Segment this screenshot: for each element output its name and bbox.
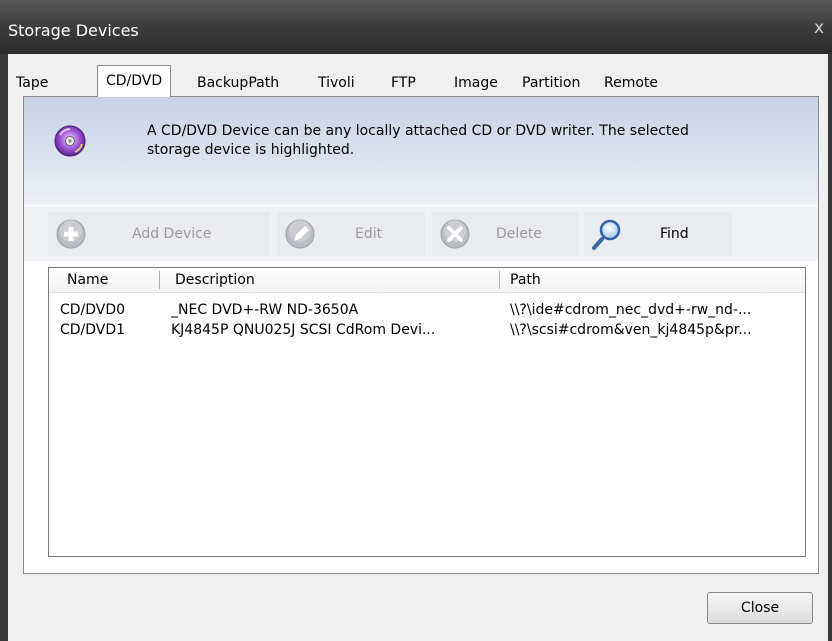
find-label: Find <box>660 226 689 242</box>
tab-ftp[interactable]: FTP <box>391 75 416 91</box>
cell-description: KJ4845P QNU025J SCSI CdRom Devi... <box>171 322 436 338</box>
cell-name: CD/DVD1 <box>60 322 126 338</box>
tab-remote[interactable]: Remote <box>604 75 658 91</box>
banner-line-1: A CD/DVD Device can be any locally attac… <box>147 123 689 139</box>
cell-path: \\?\scsi#cdrom&ven_kj4845p&pr... <box>510 322 752 338</box>
edit-button[interactable]: Edit <box>277 212 425 256</box>
tab-cd-dvd[interactable]: CD/DVD <box>97 65 172 97</box>
add-device-label: Add Device <box>132 226 212 242</box>
column-header-path[interactable]: Path <box>510 272 541 288</box>
magnifier-icon <box>592 219 621 250</box>
cell-name: CD/DVD0 <box>60 302 126 318</box>
tab-image[interactable]: Image <box>454 75 498 91</box>
delete-label: Delete <box>496 226 542 242</box>
cell-path: \\?\ide#cdrom_nec_dvd+-rw_nd-... <box>510 302 752 318</box>
column-separator[interactable] <box>499 271 500 289</box>
title-bar[interactable]: Storage Devices x <box>0 0 832 54</box>
close-button[interactable]: Close <box>707 592 813 624</box>
plus-icon <box>56 219 86 249</box>
tab-partition[interactable]: Partition <box>522 75 580 91</box>
storage-devices-window: Storage Devices x Tape CD/DVD BackupPath… <box>0 0 832 641</box>
column-header-description[interactable]: Description <box>175 272 255 288</box>
cd-disc-icon <box>54 125 86 157</box>
cell-description: _NEC DVD+-RW ND-3650A <box>171 302 359 318</box>
window-frame-left <box>0 54 8 641</box>
banner-description: A CD/DVD Device can be any locally attac… <box>147 122 807 160</box>
edit-label: Edit <box>355 226 383 242</box>
device-list[interactable]: Name Description Path CD/DVD0 _NEC DVD+-… <box>48 267 806 557</box>
list-header: Name Description Path <box>49 268 805 293</box>
table-row[interactable]: CD/DVD1 KJ4845P QNU025J SCSI CdRom Devi.… <box>49 322 805 341</box>
table-row[interactable]: CD/DVD0 _NEC DVD+-RW ND-3650A \\?\ide#cd… <box>49 302 805 321</box>
tab-backuppath[interactable]: BackupPath <box>197 75 279 91</box>
delete-icon <box>440 219 470 249</box>
window-frame-right <box>828 54 832 641</box>
find-button[interactable]: Find <box>584 212 732 256</box>
add-device-button[interactable]: Add Device <box>48 212 270 256</box>
edit-icon <box>285 219 315 249</box>
banner-line-2: storage device is highlighted. <box>147 142 355 158</box>
delete-button[interactable]: Delete <box>432 212 578 256</box>
window-title: Storage Devices <box>8 21 139 40</box>
column-header-name[interactable]: Name <box>67 272 108 288</box>
tab-tape[interactable]: Tape <box>16 75 48 91</box>
tab-tivoli[interactable]: Tivoli <box>318 75 355 91</box>
close-icon[interactable]: x <box>814 18 824 38</box>
column-separator[interactable] <box>159 271 160 289</box>
